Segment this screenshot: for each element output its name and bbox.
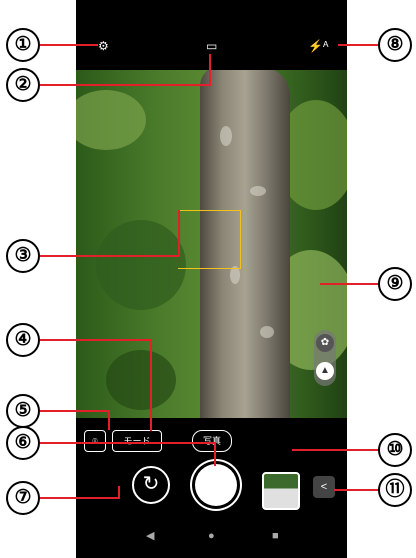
flash-auto-icon[interactable]: ⚡ᴬ	[308, 40, 328, 52]
callout-number: ⑧	[378, 28, 412, 62]
callout-line-6	[40, 442, 216, 444]
back-nav-icon[interactable]: ◀	[146, 531, 154, 542]
callout-number: ④	[6, 323, 40, 357]
callout-number: ②	[6, 68, 40, 102]
callout-line-6	[214, 442, 216, 466]
callout-line-3	[40, 255, 180, 257]
callout-number: ①	[6, 28, 40, 62]
foliage	[106, 350, 176, 410]
callout-number: ⑪	[378, 473, 412, 507]
callout-line-1	[40, 44, 98, 46]
recent-apps-nav-icon[interactable]: ■	[272, 531, 279, 542]
portrait-scene-icon[interactable]: ✿	[316, 334, 334, 352]
photo-mode-tab[interactable]: 写真	[192, 430, 232, 452]
callout-number: ⑤	[6, 394, 40, 428]
callout-number: ⑥	[6, 426, 40, 460]
lens-icon[interactable]: ⌾	[84, 430, 106, 452]
video-mode-icon[interactable]: ▭	[206, 40, 217, 52]
home-nav-icon[interactable]: ●	[208, 531, 215, 542]
callout-line-10	[292, 449, 388, 451]
camera-viewfinder[interactable]: ✿ ▲	[76, 70, 347, 418]
scene-selector: ✿ ▲	[314, 330, 336, 386]
callout-line-4	[150, 339, 152, 431]
navigation-bar: ◀ ● ■	[76, 525, 347, 549]
callout-number: ③	[6, 239, 40, 273]
callout-line-7	[40, 497, 120, 499]
landscape-scene-icon[interactable]: ▲	[316, 362, 334, 380]
callout-line-5	[108, 410, 110, 430]
callout-line-4	[40, 339, 152, 341]
callout-line-5	[40, 410, 110, 412]
switch-camera-icon[interactable]: ↻	[132, 466, 170, 504]
foliage	[96, 220, 186, 310]
callout-number: ⑩	[378, 433, 412, 467]
callout-line-7	[118, 486, 120, 499]
share-icon[interactable]: <	[313, 476, 335, 498]
foliage	[76, 90, 146, 150]
callout-line-2	[209, 54, 211, 86]
bark-patch	[260, 326, 274, 338]
callout-line-3	[178, 210, 180, 257]
settings-gear-icon[interactable]: ⚙	[98, 40, 109, 52]
mode-button[interactable]: モード	[112, 430, 162, 452]
focus-frame	[178, 210, 241, 269]
callout-number: ⑨	[378, 267, 412, 301]
callout-line-2	[40, 84, 210, 86]
callout-number: ⑦	[6, 481, 40, 515]
bark-patch	[250, 186, 266, 196]
bark-patch	[220, 126, 232, 146]
shutter-button[interactable]	[195, 464, 237, 506]
last-photo-thumbnail[interactable]	[262, 472, 300, 510]
